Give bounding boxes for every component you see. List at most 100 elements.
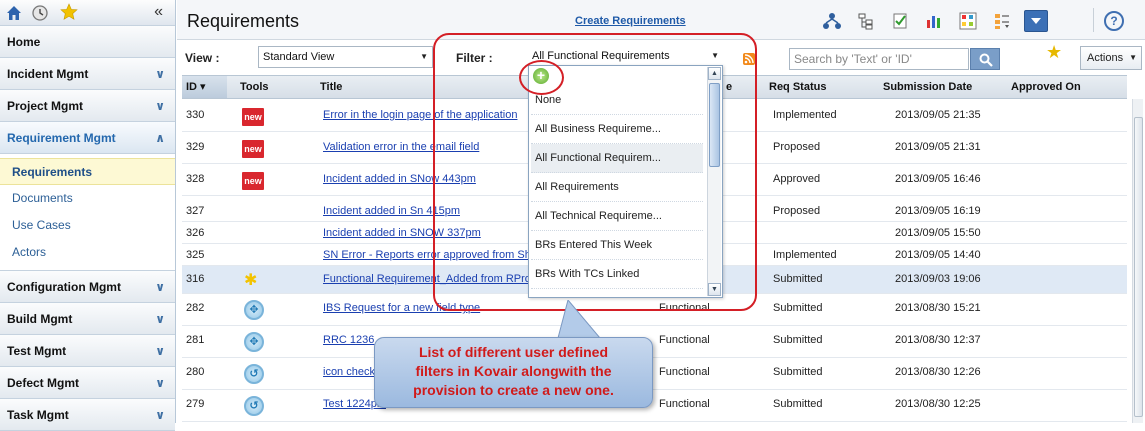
actions-dropdown[interactable]: Actions ▼ <box>1080 46 1142 70</box>
more-menu-button[interactable] <box>1024 10 1048 32</box>
row-title-link[interactable]: IBS Request for a new field type <box>323 302 480 314</box>
view-select[interactable]: Standard View ▼ <box>258 46 433 68</box>
table-row[interactable]: 280 ↺ icon check Functional Submitted 20… <box>182 358 1127 390</box>
callout-line: filters in Kovair alongwith the <box>415 363 612 379</box>
column-header-tools[interactable]: Tools <box>240 76 269 98</box>
collapse-sidebar-button[interactable]: « <box>154 3 163 21</box>
row-id: 281 <box>186 334 205 346</box>
nav-build-mgmt[interactable]: Build Mgmt ∨ <box>0 303 175 335</box>
filter-option-functional[interactable]: All Functional Requirem... <box>531 144 703 173</box>
row-date: 2013/09/05 21:35 <box>895 109 981 121</box>
history-icon[interactable] <box>32 5 48 24</box>
filter-select-value: All Functional Requirements <box>532 50 670 62</box>
column-header-status[interactable]: Req Status <box>769 76 826 98</box>
subnav-requirements[interactable]: Requirements <box>0 158 175 185</box>
row-title-link[interactable]: Error in the login page of the applicati… <box>323 109 517 121</box>
table-row[interactable]: 282 ✥ IBS Request for a new field type F… <box>182 294 1127 326</box>
dropdown-scrollbar-thumb[interactable] <box>709 83 720 167</box>
table-scrollbar-thumb[interactable] <box>1134 117 1143 417</box>
filter-option-brs-tcs[interactable]: BRs With TCs Linked <box>531 260 703 289</box>
rss-feed-icon[interactable] <box>743 53 755 68</box>
row-title-link[interactable]: SN Error - Reports error approved from S… <box>323 249 531 261</box>
filter-dropdown-list: None All Business Requireme... All Funct… <box>528 65 723 298</box>
chevron-down-icon: ∨ <box>155 99 165 113</box>
nav-label: Defect Mgmt <box>7 376 80 390</box>
filter-option-all[interactable]: All Requirements <box>531 173 703 202</box>
table-row[interactable]: 279 ↺ Test 1224pm Functional Submitted 2… <box>182 390 1127 422</box>
nav-incident-mgmt[interactable]: Incident Mgmt ∨ <box>0 58 175 90</box>
search-icon <box>979 53 993 67</box>
nav-home[interactable]: Home <box>0 26 175 58</box>
cycle-icon: ↺ <box>244 364 264 384</box>
subnav-documents[interactable]: Documents <box>0 185 175 212</box>
checklist-icon[interactable] <box>888 10 912 32</box>
nav-requirement-mgmt[interactable]: Requirement Mgmt ∧ <box>0 122 175 154</box>
help-button[interactable]: ? <box>1104 11 1124 31</box>
scroll-down-icon[interactable]: ▼ <box>708 283 721 296</box>
create-requirements-link[interactable]: Create Requirements <box>575 15 686 27</box>
dropdown-scrollbar[interactable]: ▲ ▼ <box>707 67 721 296</box>
row-type: Functional <box>659 398 710 410</box>
scroll-up-icon[interactable]: ▲ <box>708 67 721 80</box>
filter-option-none[interactable]: None <box>531 86 703 115</box>
row-id: 330 <box>186 109 205 121</box>
hierarchy-icon[interactable] <box>820 10 844 32</box>
nav-task-mgmt[interactable]: Task Mgmt ∨ <box>0 399 175 431</box>
filter-option-brs-week[interactable]: BRs Entered This Week <box>531 231 703 260</box>
row-status: Submitted <box>773 302 823 314</box>
search-input[interactable]: Search by 'Text' or 'ID' <box>789 48 969 70</box>
annotation-callout: List of different user defined filters i… <box>374 337 653 408</box>
callout-line: provision to create a new one. <box>413 382 614 398</box>
tree-view-icon[interactable] <box>854 10 878 32</box>
row-id: 282 <box>186 302 205 314</box>
column-header-type[interactable]: e <box>726 76 732 98</box>
column-header-submission-date[interactable]: Submission Date <box>883 76 972 98</box>
chevron-down-icon: ∨ <box>155 408 165 422</box>
subnav-actors[interactable]: Actors <box>0 239 175 266</box>
row-title-link[interactable]: Incident added in SNOW 337pm <box>323 227 481 239</box>
table-scrollbar[interactable] <box>1132 99 1143 423</box>
search-button[interactable] <box>970 48 1000 70</box>
chevron-up-icon: ∧ <box>155 131 165 145</box>
bar-chart-icon[interactable] <box>922 10 946 32</box>
column-header-label: ID <box>186 81 197 93</box>
row-title-link[interactable]: icon check <box>323 366 375 378</box>
chevron-down-icon: ∨ <box>155 67 165 81</box>
column-header-approved-on[interactable]: Approved On <box>1011 76 1081 98</box>
favorite-star-icon[interactable]: ★ <box>1046 42 1062 63</box>
home-icon[interactable] <box>6 5 22 24</box>
column-header-id[interactable]: ID ▾ <box>182 76 227 98</box>
row-title-link[interactable]: Incident added in SNow 443pm <box>323 173 476 185</box>
row-title-link[interactable]: Validation error in the email field <box>323 141 479 153</box>
row-id: 329 <box>186 141 205 153</box>
row-status: Proposed <box>773 141 821 153</box>
row-title-link[interactable]: Incident added in Sn 415pm <box>323 205 460 217</box>
actions-label: Actions <box>1087 52 1124 64</box>
row-date: 2013/08/30 12:26 <box>895 366 981 378</box>
row-title-link[interactable]: RRC 1236 <box>323 334 374 346</box>
row-date: 2013/09/05 21:31 <box>895 141 981 153</box>
grid-board-icon[interactable] <box>956 10 980 32</box>
subnav-use-cases[interactable]: Use Cases <box>0 212 175 239</box>
nav-configuration-mgmt[interactable]: Configuration Mgmt ∨ <box>0 271 175 303</box>
layout-options-icon[interactable] <box>990 10 1014 32</box>
row-title-link[interactable]: Functional Requirement_Added from RPro f <box>323 273 537 285</box>
view-label: View : <box>185 51 220 65</box>
nav-project-mgmt[interactable]: Project Mgmt ∨ <box>0 90 175 122</box>
page-title: Requirements <box>187 11 300 31</box>
filter-option-business[interactable]: All Business Requireme... <box>531 115 703 144</box>
row-date: 2013/08/30 15:21 <box>895 302 981 314</box>
row-status: Submitted <box>773 366 823 378</box>
nav-defect-mgmt[interactable]: Defect Mgmt ∨ <box>0 367 175 399</box>
chevron-down-icon: ∨ <box>155 312 165 326</box>
favorites-star-icon[interactable] <box>60 3 78 24</box>
column-header-title[interactable]: Title <box>320 76 342 98</box>
chevron-down-icon: ▼ <box>711 51 719 60</box>
toolbar-divider <box>1093 8 1094 32</box>
row-status: Implemented <box>773 109 837 121</box>
add-filter-plus-icon[interactable]: + <box>533 68 549 84</box>
table-row[interactable]: 281 ✥ RRC 1236 Functional Submitted 2013… <box>182 326 1127 358</box>
nav-test-mgmt[interactable]: Test Mgmt ∨ <box>0 335 175 367</box>
filter-option-technical[interactable]: All Technical Requireme... <box>531 202 703 231</box>
row-id: 279 <box>186 398 205 410</box>
